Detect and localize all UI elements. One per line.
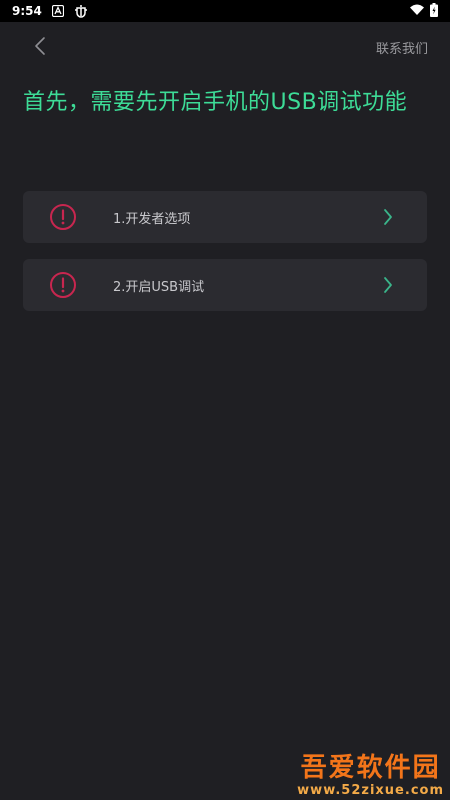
step-enable-usb-debugging[interactable]: 2.开启USB调试 — [23, 259, 427, 311]
step-label: 1.开发者选项 — [113, 211, 191, 227]
watermark-url: www.52zixue.com — [297, 783, 444, 798]
watermark-title: 吾爱软件园 — [300, 753, 441, 783]
warning-circle-icon — [49, 271, 77, 299]
step-label: 2.开启USB调试 — [113, 279, 205, 295]
letter-a-icon — [51, 5, 64, 17]
chevron-right-icon — [383, 208, 393, 226]
bug-icon — [74, 4, 88, 18]
contact-us-link[interactable]: 联系我们 — [376, 38, 428, 57]
chevron-right-icon — [383, 276, 393, 294]
status-bar: 9:54 — [0, 0, 450, 22]
back-button[interactable] — [26, 34, 54, 62]
page-title: 首先，需要先开启手机的USB调试功能 — [23, 90, 408, 115]
status-right-icons — [410, 2, 438, 20]
warning-circle-icon — [49, 203, 77, 231]
battery-icon — [430, 2, 438, 20]
step-developer-options[interactable]: 1.开发者选项 — [23, 191, 427, 243]
top-bar: 联系我们 — [0, 22, 450, 74]
app-screen: 9:54 联系我们 首先，需要先开启手机的USB调试功能 1.开发者选项 2.开… — [0, 0, 450, 800]
wifi-icon — [410, 4, 424, 19]
chevron-left-icon — [33, 36, 47, 60]
status-time: 9:54 — [12, 4, 42, 18]
watermark-logo: 吾爱软件园 www.52zixue.com — [297, 753, 444, 798]
steps-list: 1.开发者选项 2.开启USB调试 — [23, 191, 427, 327]
